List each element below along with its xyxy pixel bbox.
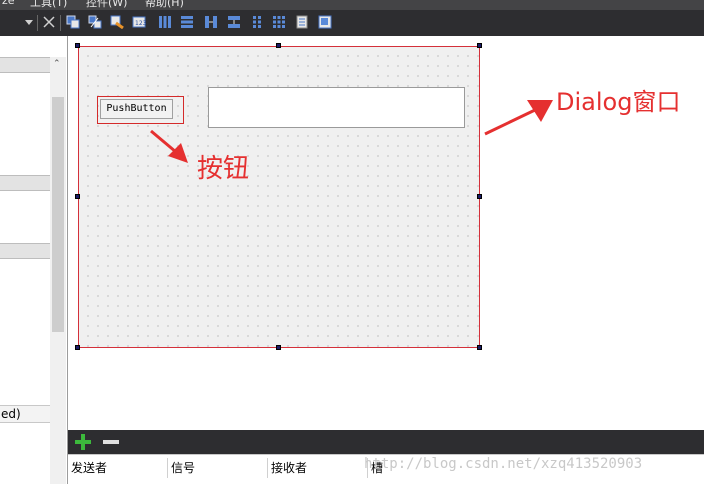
adjust-size-icon[interactable]	[318, 15, 332, 29]
resize-handle[interactable]	[75, 194, 80, 199]
resize-handle[interactable]	[276, 43, 281, 48]
chevron-up-icon[interactable]: ⌃	[53, 59, 61, 69]
menu-item-widgets[interactable]: 控件(W)	[86, 0, 127, 10]
resize-handle[interactable]	[276, 345, 281, 350]
splitter-vertical-icon[interactable]	[227, 15, 241, 29]
menu-item-ze[interactable]: ze	[2, 0, 15, 7]
dialog-annotation-label: Dialog窗口	[556, 88, 681, 116]
break-layout-icon[interactable]	[296, 15, 310, 29]
button-annotation-label: 按钮	[197, 154, 250, 184]
edit-tab-order-icon[interactable]: 123	[132, 15, 146, 29]
layout-grid-icon[interactable]	[272, 15, 286, 29]
menu-bar: ze 工具(T) 控件(W) 帮助(H)	[0, 0, 704, 10]
layout-vertical-icon[interactable]	[180, 15, 194, 29]
left-dock-pane: ed) ⌃	[0, 36, 68, 484]
minus-icon[interactable]	[103, 440, 119, 444]
line-edit[interactable]	[208, 87, 465, 128]
dock-section-header[interactable]	[0, 243, 50, 259]
layout-form-icon[interactable]	[250, 15, 264, 29]
annotation-arrow-icon	[484, 100, 553, 136]
close-icon[interactable]	[42, 15, 56, 29]
layout-horizontal-icon[interactable]	[158, 15, 172, 29]
resize-handle[interactable]	[477, 194, 482, 199]
signal-slot-toolbar	[68, 430, 704, 454]
menu-item-help[interactable]: 帮助(H)	[145, 0, 184, 10]
dock-section-header[interactable]	[0, 175, 50, 191]
edit-buddies-icon[interactable]	[110, 15, 124, 29]
resize-handle[interactable]	[75, 345, 80, 350]
dock-item-label: ed)	[0, 405, 50, 423]
scrollbar-thumb[interactable]	[52, 97, 64, 332]
resize-handle[interactable]	[477, 345, 482, 350]
column-header-signal[interactable]: 信号	[168, 458, 268, 478]
edit-widgets-icon[interactable]	[66, 15, 80, 29]
annotation-arrow-icon	[150, 129, 188, 163]
push-button[interactable]: PushButton	[100, 99, 173, 119]
resize-handle[interactable]	[75, 43, 80, 48]
watermark: http://blog.csdn.net/xzq413520903	[364, 456, 643, 472]
column-header-receiver[interactable]: 接收者	[268, 458, 368, 478]
toolbar: 123	[0, 10, 704, 36]
resize-handle[interactable]	[477, 43, 482, 48]
splitter-horizontal-icon[interactable]	[204, 15, 218, 29]
edit-signals-icon[interactable]	[88, 15, 102, 29]
dropdown-icon[interactable]	[24, 15, 34, 29]
dock-section-header[interactable]	[0, 57, 50, 73]
column-header-sender[interactable]: 发送者	[68, 458, 168, 478]
menu-item-tools[interactable]: 工具(T)	[30, 0, 67, 10]
plus-icon[interactable]	[74, 433, 92, 451]
vertical-scrollbar[interactable]: ⌃	[50, 57, 66, 484]
svg-text:123: 123	[135, 20, 146, 27]
